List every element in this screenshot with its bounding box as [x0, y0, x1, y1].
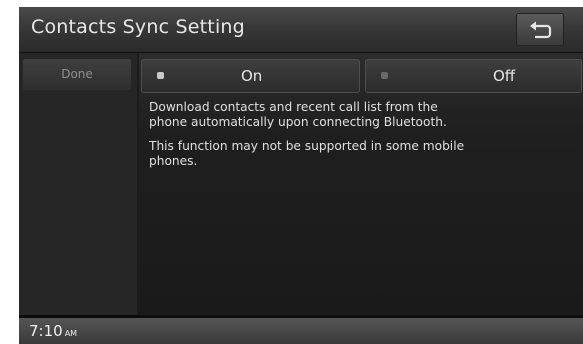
option-on-button[interactable]: On	[141, 59, 360, 93]
back-arrow-icon	[530, 21, 552, 39]
clock-time: 7:10	[29, 322, 63, 340]
back-button[interactable]	[516, 13, 564, 46]
screen: Contacts Sync Setting Done On Off Downlo…	[19, 7, 583, 344]
status-bar: 7:10 AM	[19, 318, 583, 344]
clock: 7:10 AM	[29, 322, 77, 340]
description-line-1: Download contacts and recent call list f…	[149, 100, 447, 129]
option-off-label: Off	[493, 67, 516, 85]
description-text: Download contacts and recent call list f…	[149, 100, 479, 178]
description-line-2: This function may not be supported in so…	[149, 139, 465, 168]
option-off-button[interactable]: Off	[365, 59, 582, 93]
selected-indicator-icon	[157, 72, 164, 79]
clock-ampm: AM	[64, 329, 78, 338]
option-on-label: On	[241, 67, 263, 85]
done-button[interactable]: Done	[23, 59, 131, 90]
title-bar: Contacts Sync Setting	[19, 7, 583, 53]
unselected-indicator-icon	[381, 72, 388, 79]
left-panel	[19, 53, 137, 315]
page-title: Contacts Sync Setting	[31, 16, 245, 38]
